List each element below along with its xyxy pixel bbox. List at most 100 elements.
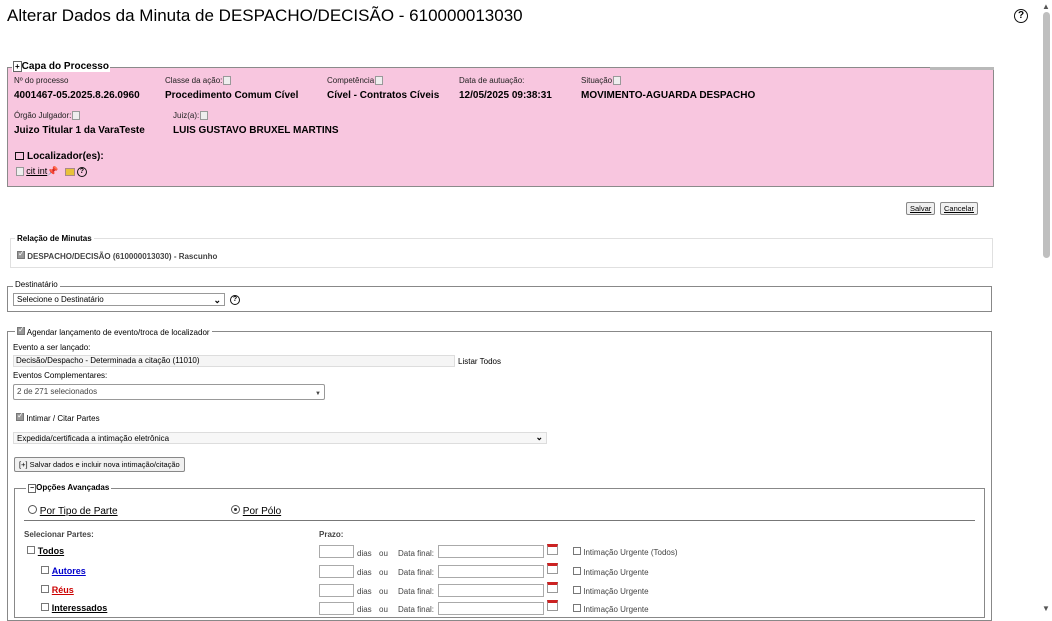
- calendar-icon[interactable]: [547, 563, 558, 574]
- calendar-icon[interactable]: [547, 544, 558, 555]
- selecionar-partes-label: Selecionar Partes:: [24, 530, 94, 539]
- help-icon[interactable]: ?: [1014, 9, 1028, 23]
- data-final-input[interactable]: [438, 602, 544, 615]
- por-polo-option[interactable]: Por Pólo: [231, 505, 281, 517]
- minuta-checkbox[interactable]: [17, 249, 25, 259]
- page-title: Alterar Dados da Minuta de DESPACHO/DECI…: [7, 6, 523, 25]
- localizador-heading: Localizador(es):: [15, 151, 104, 162]
- calendar-icon[interactable]: [547, 582, 558, 593]
- evento-input[interactable]: Decisão/Despacho - Determinada a citação…: [13, 355, 455, 367]
- data-final-label: Data final:: [398, 568, 435, 577]
- competencia-label: Competência: [327, 76, 384, 86]
- todos-checkbox[interactable]: [27, 546, 35, 554]
- classe-label: Classe da ação:: [165, 76, 232, 86]
- pin-icon[interactable]: 📌: [47, 166, 58, 176]
- localizador-row: cit int📌 ?: [15, 166, 87, 177]
- info-icon[interactable]: [200, 111, 209, 121]
- cancelar-button[interactable]: Cancelar: [940, 202, 979, 215]
- prazo-dias-input[interactable]: [319, 565, 354, 578]
- destinatario-legend: Destinatário: [13, 280, 60, 289]
- note-icon[interactable]: [16, 167, 24, 177]
- intimacao-select[interactable]: Expedida/certificada a intimação eletrôn…: [13, 432, 547, 444]
- ou-label: ou: [379, 605, 388, 614]
- urgente-option[interactable]: Intimação Urgente: [573, 604, 649, 614]
- calendar-icon[interactable]: [547, 600, 558, 611]
- opcoes-legend[interactable]: − Opções Avançadas: [26, 483, 112, 493]
- urgente-checkbox[interactable]: [573, 567, 581, 575]
- situacao-value: MOVIMENTO-AGUARDA DESPACHO: [581, 90, 756, 101]
- localizador-link[interactable]: cit int: [26, 166, 47, 176]
- data-final-input[interactable]: [438, 584, 544, 597]
- urgente-checkbox[interactable]: [573, 547, 581, 555]
- urgente-checkbox[interactable]: [573, 586, 581, 594]
- listar-todos-link[interactable]: Listar Todos: [458, 357, 501, 366]
- info-icon[interactable]: [375, 76, 384, 86]
- ou-label: ou: [379, 549, 388, 558]
- collapse-toggle-icon[interactable]: −: [28, 484, 37, 493]
- capa-legend-label: Capa do Processo: [21, 61, 109, 72]
- dias-label: dias: [357, 549, 372, 558]
- ou-label: ou: [379, 587, 388, 596]
- competencia-value: Cível - Contratos Cíveis: [327, 90, 440, 101]
- por-polo-radio[interactable]: [231, 505, 240, 514]
- data-final-input[interactable]: [438, 545, 544, 558]
- interessados-checkbox[interactable]: [41, 603, 49, 611]
- data-autuacao-label: Data de autuação:: [459, 76, 525, 85]
- complementares-select[interactable]: 2 de 271 selecionados ▼: [13, 384, 325, 400]
- scroll-down-arrow-icon[interactable]: ▼: [1042, 604, 1050, 613]
- prazo-dias-input[interactable]: [319, 584, 354, 597]
- data-final-label: Data final:: [398, 587, 435, 596]
- localizador-icon: [15, 152, 24, 161]
- orgao-label: Órgão Julgador:: [14, 111, 81, 121]
- chevron-down-icon: ⌄: [213, 295, 221, 305]
- prazo-dias-input[interactable]: [319, 602, 354, 615]
- scroll-up-arrow-icon[interactable]: ▲: [1042, 2, 1050, 11]
- relacao-legend: Relação de Minutas: [15, 234, 94, 243]
- por-tipo-option[interactable]: Por Tipo de Parte: [28, 505, 118, 517]
- chevron-down-icon: ⌄: [535, 432, 543, 442]
- urgente-option[interactable]: Intimação Urgente: [573, 567, 649, 577]
- autores-checkbox[interactable]: [41, 566, 49, 574]
- parte-row-reus[interactable]: Réus: [41, 585, 74, 596]
- intimar-checkbox[interactable]: [16, 411, 24, 421]
- reus-checkbox[interactable]: [41, 585, 49, 593]
- info-icon[interactable]: [72, 111, 81, 121]
- juiz-label: Juiz(a):: [173, 111, 209, 121]
- dias-label: dias: [357, 605, 372, 614]
- classe-value: Procedimento Comum Cível: [165, 90, 299, 101]
- destinatario-select[interactable]: Selecione o Destinatário ⌄: [13, 293, 225, 306]
- edit-pencil-icon[interactable]: [64, 167, 75, 176]
- info-icon[interactable]: [613, 76, 622, 86]
- prazo-dias-input[interactable]: [319, 545, 354, 558]
- help-icon[interactable]: ?: [76, 166, 87, 177]
- urgente-checkbox[interactable]: [573, 604, 581, 612]
- parte-row-interessados[interactable]: Interessados: [41, 603, 107, 614]
- data-final-input[interactable]: [438, 565, 544, 578]
- capa-tab-strip: [930, 67, 994, 70]
- data-final-label: Data final:: [398, 605, 435, 614]
- complementares-label: Eventos Complementares:: [13, 371, 108, 380]
- capa-legend[interactable]: + Capa do Processo: [12, 61, 110, 72]
- parte-row-autores[interactable]: Autores: [41, 566, 86, 577]
- help-icon[interactable]: ?: [230, 295, 240, 305]
- ou-label: ou: [379, 568, 388, 577]
- salvar-incluir-button[interactable]: [+] Salvar dados e incluir nova intimaçã…: [14, 457, 185, 472]
- agendar-legend[interactable]: Agendar lançamento de evento/troca de lo…: [15, 325, 212, 337]
- chevron-down-icon: ▼: [315, 391, 321, 397]
- dias-label: dias: [357, 568, 372, 577]
- urgente-option[interactable]: Intimação Urgente: [573, 586, 649, 596]
- parte-row-todos[interactable]: Todos: [27, 546, 64, 557]
- intimar-row[interactable]: Intimar / Citar Partes: [16, 411, 100, 423]
- salvar-button[interactable]: Salvar: [906, 202, 936, 215]
- numero-value: 4001467-05.2025.8.26.0960: [14, 90, 140, 101]
- numero-label: Nº do processo: [14, 76, 69, 85]
- expand-toggle-icon[interactable]: +: [13, 61, 22, 72]
- relacao-item[interactable]: DESPACHO/DECISÃO (610000013030) - Rascun…: [17, 249, 217, 261]
- info-icon[interactable]: [223, 76, 232, 86]
- agendar-checkbox[interactable]: [17, 325, 25, 335]
- scrollbar-thumb[interactable]: [1043, 12, 1050, 258]
- situacao-label: Situação: [581, 76, 622, 86]
- por-tipo-radio[interactable]: [28, 505, 37, 514]
- urgente-option[interactable]: Intimação Urgente (Todos): [573, 547, 678, 557]
- evento-label: Evento a ser lançado:: [13, 343, 91, 352]
